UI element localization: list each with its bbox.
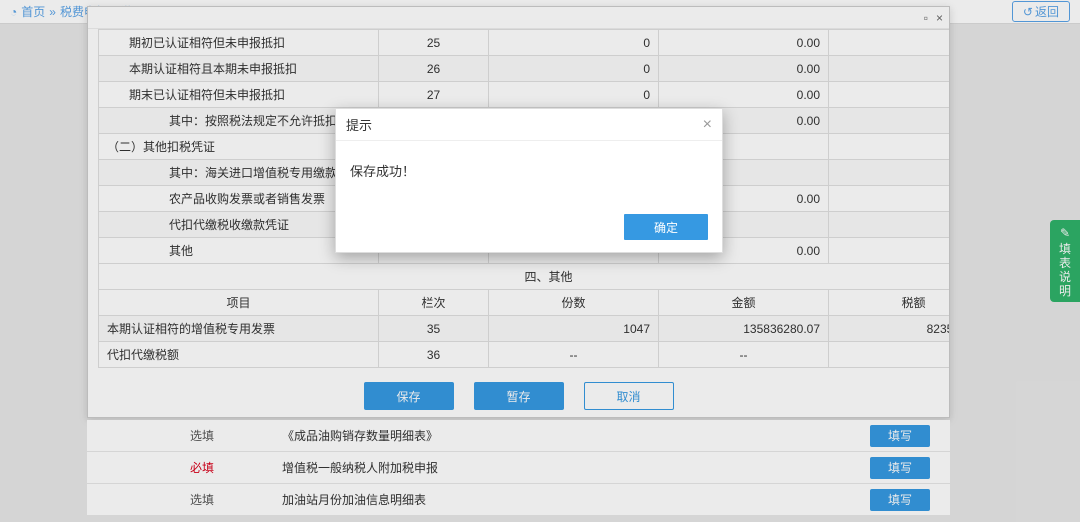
- modal-message: 保存成功！: [336, 141, 722, 206]
- alert-modal: 提示 × 保存成功！ 确定: [335, 108, 723, 253]
- modal-ok-button[interactable]: 确定: [624, 214, 708, 240]
- modal-close-icon[interactable]: ×: [703, 116, 712, 134]
- modal-title: 提示: [346, 115, 372, 134]
- modal-mask: [0, 0, 1080, 522]
